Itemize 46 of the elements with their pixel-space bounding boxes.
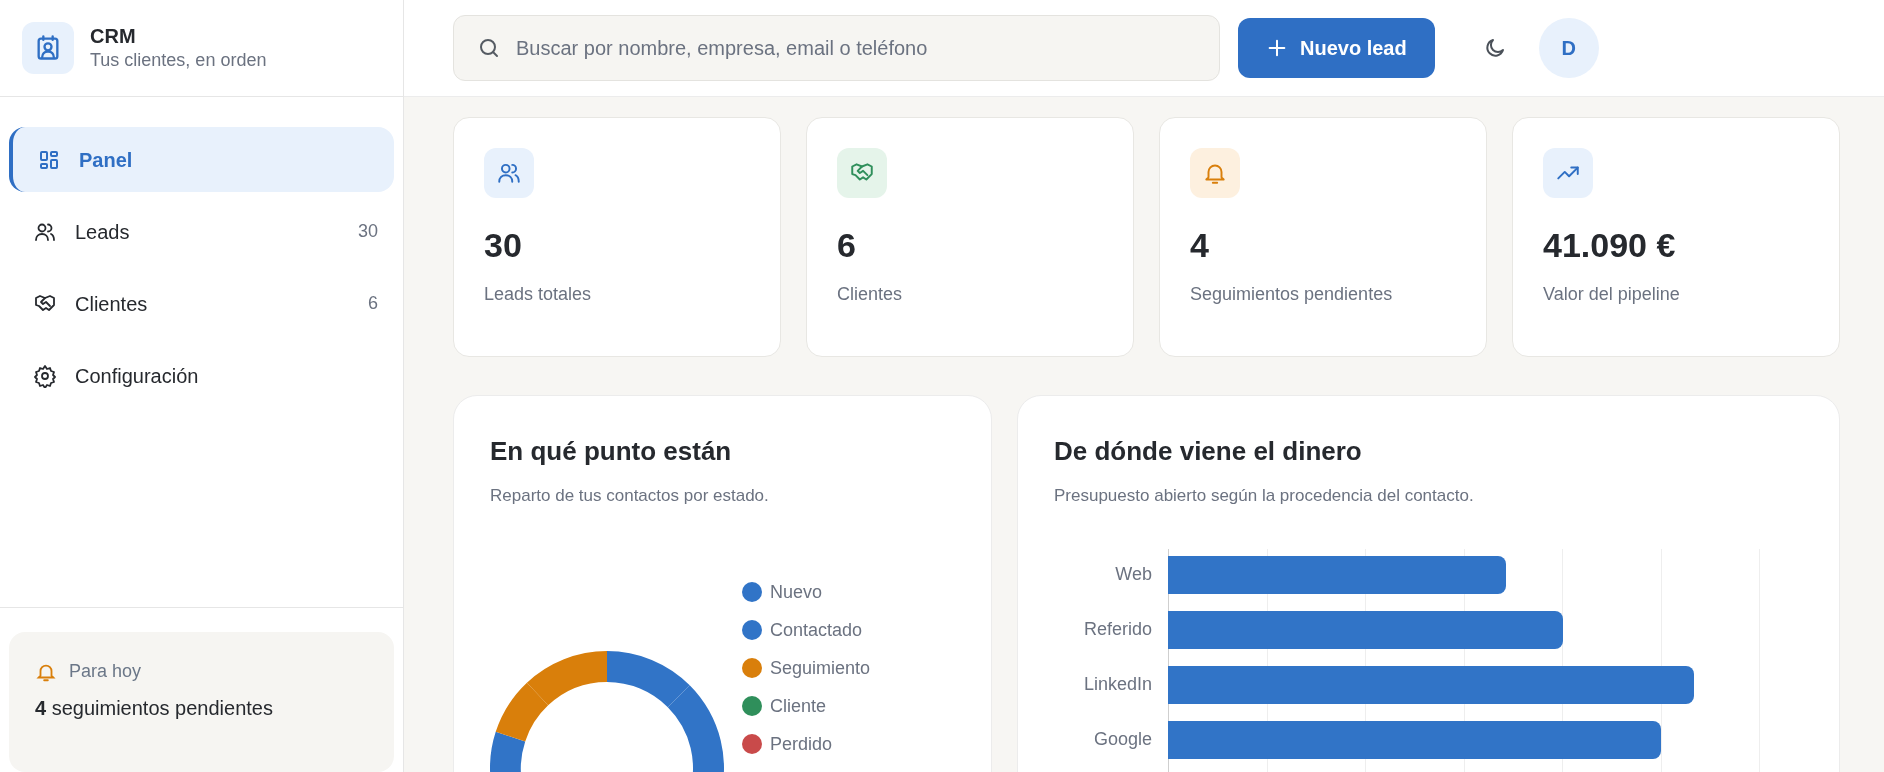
card-title: En qué punto están [490,435,733,468]
stat-label: Clientes [837,282,904,306]
bar-label: LinkedIn [1082,673,1152,696]
stat-value: 6 [837,225,857,266]
legend-label: Seguimiento [770,656,871,680]
stat-value: 41.090 € [1543,225,1677,266]
nav-label: Panel [79,147,134,173]
bar-label: Google [1092,728,1152,751]
today-title: Para hoy [69,660,142,683]
card-subtitle: Reparto de tus contactos por estado. [490,485,770,507]
app-subtitle: Tus clientes, en orden [90,49,267,72]
nav-item[interactable]: Clientes 6 [9,271,394,336]
stat-value: 4 [1190,225,1210,266]
nav-item[interactable]: Configuración [9,343,394,408]
bar-label: Referido [1082,618,1152,641]
card-subtitle: Presupuesto abierto según la procedencia del contacto. [1054,485,1475,507]
stat-label: Leads totales [484,282,593,306]
nav-count: 6 [368,292,378,315]
legend-label: Nuevo [770,580,823,604]
people-icon [484,148,534,198]
settings-icon [33,363,57,388]
new-lead-button[interactable]: Nuevo lead [1238,18,1435,78]
legend-label: Cliente [770,694,827,718]
stat-value: 30 [484,225,523,266]
today-summary: 4 seguimientos pendientes [35,696,274,721]
nav-label: Configuración [75,363,200,389]
nav-item[interactable]: Leads 30 [9,199,394,264]
bell-icon [1190,148,1240,198]
nav-label: Clientes [75,291,149,317]
search-field[interactable]: Buscar por nombre, empresa, email o teléfono [453,15,1220,81]
search-icon [477,36,501,60]
trend-up-icon [1543,148,1593,198]
legend-label: Contactado [770,618,863,642]
app-title: CRM [90,24,137,50]
legend-label: Perdido [770,732,833,756]
stat-label: Seguimientos pendientes [1190,282,1394,306]
plus-icon [1266,37,1288,59]
user-avatar[interactable]: D [1538,18,1599,78]
logo-icon [22,22,74,74]
card-title: De dónde viene el dinero [1054,435,1363,468]
bar-label: Web [1114,563,1152,586]
nav-item[interactable]: Panel [9,127,394,192]
stat-label: Valor del pipeline [1543,282,1681,306]
handshake-icon [837,148,887,198]
nav-label: Leads [75,219,131,245]
nav-count: 30 [357,220,378,243]
